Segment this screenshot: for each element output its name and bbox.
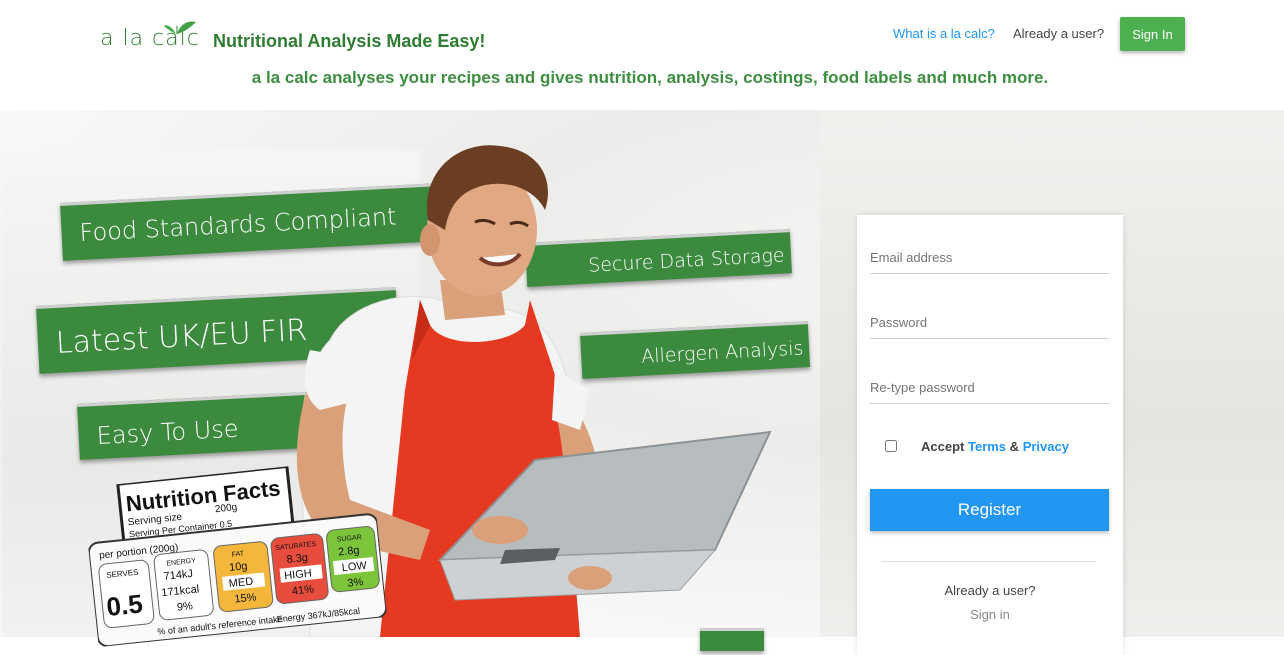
email-field[interactable] xyxy=(870,241,1109,274)
register-button[interactable]: Register xyxy=(870,489,1109,531)
sign-in-link[interactable]: Sign in xyxy=(857,607,1123,622)
what-is-link[interactable]: What is a la calc? xyxy=(893,26,995,41)
accept-terms-text: Accept Terms & Privacy xyxy=(921,439,1069,454)
ampersand: & xyxy=(1009,439,1020,454)
sugar-pct: 3% xyxy=(347,576,364,590)
already-user-label: Already a user? xyxy=(944,583,1036,598)
retype-password-field[interactable] xyxy=(870,371,1109,404)
page-subtitle: a la calc analyses your recipes and give… xyxy=(251,68,1049,87)
sign-in-button[interactable]: Sign In xyxy=(1120,17,1185,51)
saturates-pct: 41% xyxy=(291,583,314,597)
serves-value: 0.5 xyxy=(105,588,144,622)
logo[interactable]: a la calc xyxy=(100,16,200,51)
accept-label: Accept xyxy=(921,439,965,454)
registration-form: Accept Terms & Privacy Register Already … xyxy=(857,215,1123,655)
already-user-text: Already a user? xyxy=(1013,26,1105,41)
top-bar: a la calc Nutritional Analysis Made Easy… xyxy=(0,0,1284,62)
header-tagline: Nutritional Analysis Made Easy! xyxy=(213,31,486,51)
fat-pct: 15% xyxy=(234,591,257,605)
fat-value: 10g xyxy=(229,560,249,574)
energy-pct: 9% xyxy=(176,600,193,614)
saturates-value: 8.3g xyxy=(286,552,309,566)
serving-size-value: 200g xyxy=(214,502,237,515)
privacy-link[interactable]: Privacy xyxy=(1023,439,1069,454)
sugar-value: 2.8g xyxy=(338,544,361,558)
fat-level: MED xyxy=(228,576,254,590)
leaf-icon xyxy=(164,21,196,34)
divider xyxy=(882,561,1096,562)
nutrition-label: Nutrition Facts Serving size 200g Servin… xyxy=(82,458,388,648)
nutrition-label-graphic: Nutrition Facts Serving size 200g Servin… xyxy=(87,464,388,648)
terms-link[interactable]: Terms xyxy=(968,439,1006,454)
fat-label: FAT xyxy=(231,550,245,558)
accept-terms-checkbox[interactable] xyxy=(885,440,897,452)
password-field[interactable] xyxy=(870,306,1109,339)
